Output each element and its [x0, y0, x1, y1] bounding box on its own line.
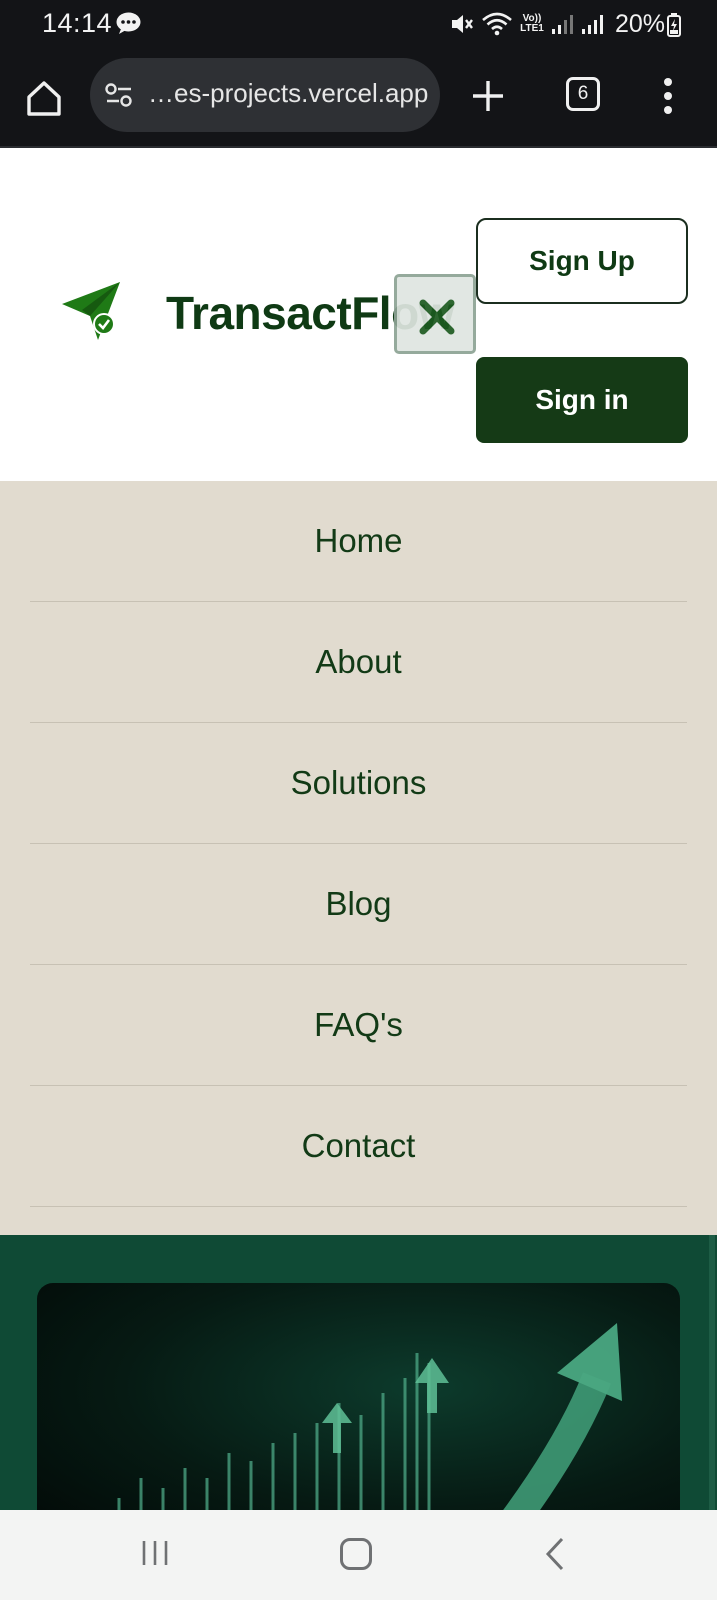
signal-icon [581, 15, 603, 34]
growth-chart-illustration [117, 1323, 622, 1511]
tabs-icon[interactable]: 6 [566, 77, 600, 111]
status-time: 14:14 [42, 8, 113, 38]
tab-count: 6 [577, 83, 589, 104]
recents-icon[interactable] [140, 1538, 170, 1568]
home-icon[interactable] [340, 1538, 372, 1570]
url-text[interactable]: …es-projects.vercel.app [148, 78, 428, 109]
growth-chart-arrow-image [37, 1283, 680, 1511]
plus-icon[interactable] [470, 78, 506, 114]
sign-in-button[interactable]: Sign in [476, 357, 688, 443]
mute-icon [451, 15, 473, 33]
battery-percent: 20% [614, 9, 665, 38]
hero-section [0, 1235, 717, 1511]
status-icons: Vo)) LTE1 20% [449, 6, 665, 42]
nav-item-faqs[interactable]: FAQ's [30, 965, 687, 1086]
status-bar: 14:14 Vo)) LTE1 20% [0, 0, 717, 48]
nav-item-blog[interactable]: Blog [30, 844, 687, 965]
message-icon [116, 12, 141, 34]
sign-up-button[interactable]: Sign Up [476, 218, 688, 304]
back-icon[interactable] [544, 1536, 566, 1572]
nav-menu: Home About Solutions Blog FAQ's Contact [0, 481, 717, 1235]
paper-plane-logo-icon[interactable] [58, 280, 122, 344]
nav-item-solutions[interactable]: Solutions [30, 723, 687, 844]
signal-icon [551, 15, 573, 34]
site-header: TransactFlow Sign Up Sign in [0, 150, 717, 481]
address-bar[interactable]: …es-projects.vercel.app [90, 58, 440, 132]
site-settings-icon[interactable] [104, 82, 134, 108]
overflow-menu-icon[interactable] [663, 76, 673, 116]
nav-item-about[interactable]: About [30, 602, 687, 723]
close-icon [419, 299, 455, 335]
home-icon[interactable] [24, 78, 64, 118]
browser-toolbar: …es-projects.vercel.app 6 [0, 48, 717, 148]
battery-charging-icon [667, 13, 681, 37]
android-nav-bar [0, 1510, 717, 1600]
nav-item-contact[interactable]: Contact [30, 1086, 687, 1207]
close-menu-button[interactable] [394, 274, 476, 354]
nav-item-home[interactable]: Home [30, 481, 687, 602]
volte-icon: Vo)) LTE1 [520, 13, 544, 34]
scrollbar[interactable] [709, 1235, 715, 1511]
wifi-icon [482, 12, 512, 36]
